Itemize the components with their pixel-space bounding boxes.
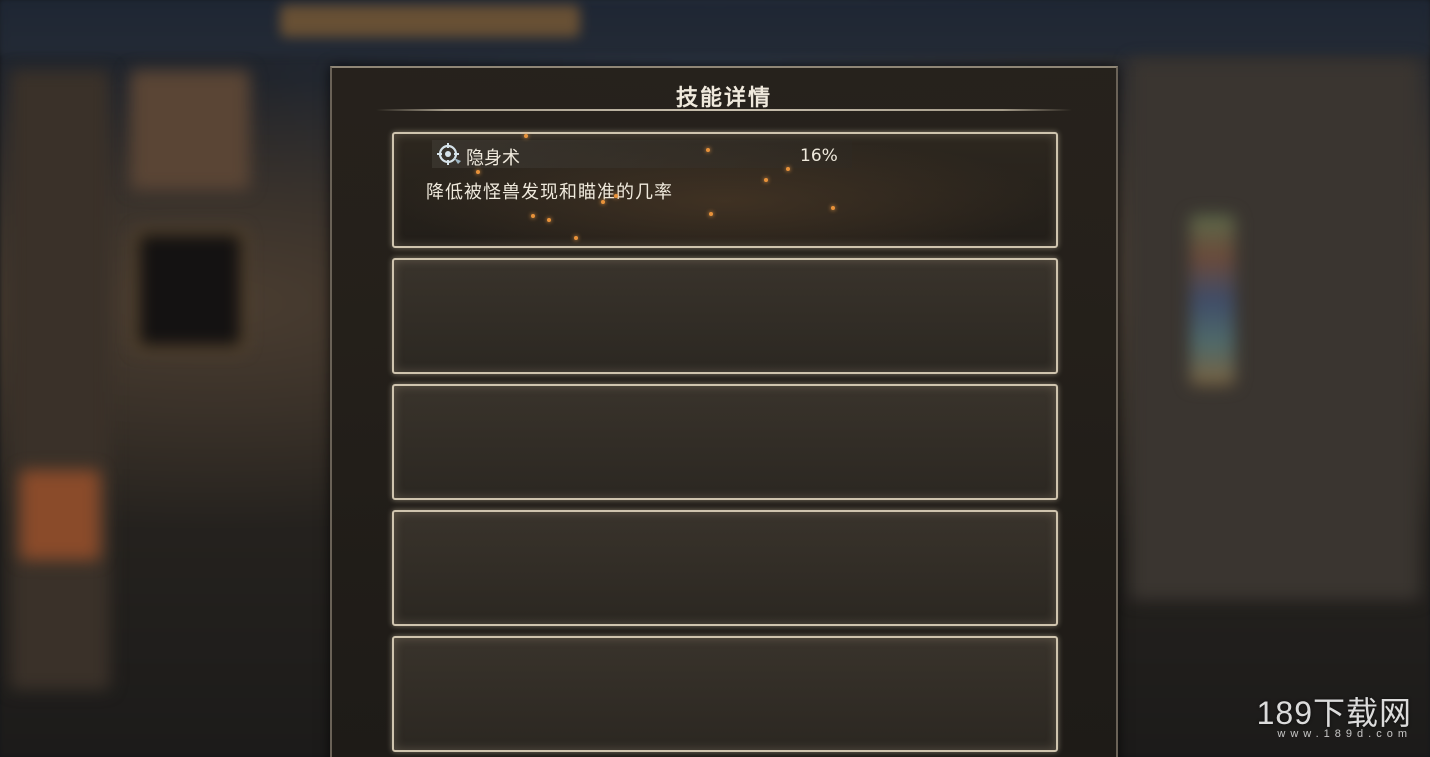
background-left-item [130, 70, 250, 190]
ember-particle [601, 200, 605, 204]
ember-particle [764, 178, 768, 182]
skill-description: 降低被怪兽发现和瞄准的几率 [426, 182, 673, 203]
background-left-item-selected [135, 230, 245, 350]
ember-particle [614, 194, 618, 198]
ember-particle [524, 134, 528, 138]
empty-skill-slot[interactable] [392, 258, 1058, 374]
empty-skill-slot[interactable] [392, 510, 1058, 626]
ember-particle [547, 218, 551, 222]
title-divider [376, 109, 1072, 111]
skill-details-dialog: 技能详情 隐身术 16% 降低被怪兽发现和瞄准的几率 [330, 66, 1118, 757]
ember-particle [531, 214, 535, 218]
ember-particle [706, 148, 710, 152]
ember-particle [831, 206, 835, 210]
background-right-swatches [1190, 215, 1235, 385]
background-left-column [10, 70, 110, 690]
ember-particle [709, 212, 713, 216]
background-left-item [20, 470, 100, 560]
background-top-bar [0, 0, 1430, 55]
ember-particle [476, 170, 480, 174]
empty-skill-slot[interactable] [392, 384, 1058, 500]
watermark-url: www.189d.com [1277, 728, 1412, 740]
dialog-title: 技能详情 [675, 86, 772, 111]
ember-particle [786, 167, 790, 171]
background-right-panel [1130, 60, 1420, 600]
background-top-highlight [280, 5, 580, 37]
ember-particle [574, 236, 578, 240]
skill-name: 隐身术 [466, 148, 520, 169]
skill-slot-stealth[interactable]: 隐身术 16% 降低被怪兽发现和瞄准的几率 [392, 132, 1058, 248]
empty-skill-slot[interactable] [392, 636, 1058, 752]
skill-percentage: 16% [800, 146, 838, 166]
crosshair-skill-icon [437, 143, 461, 165]
